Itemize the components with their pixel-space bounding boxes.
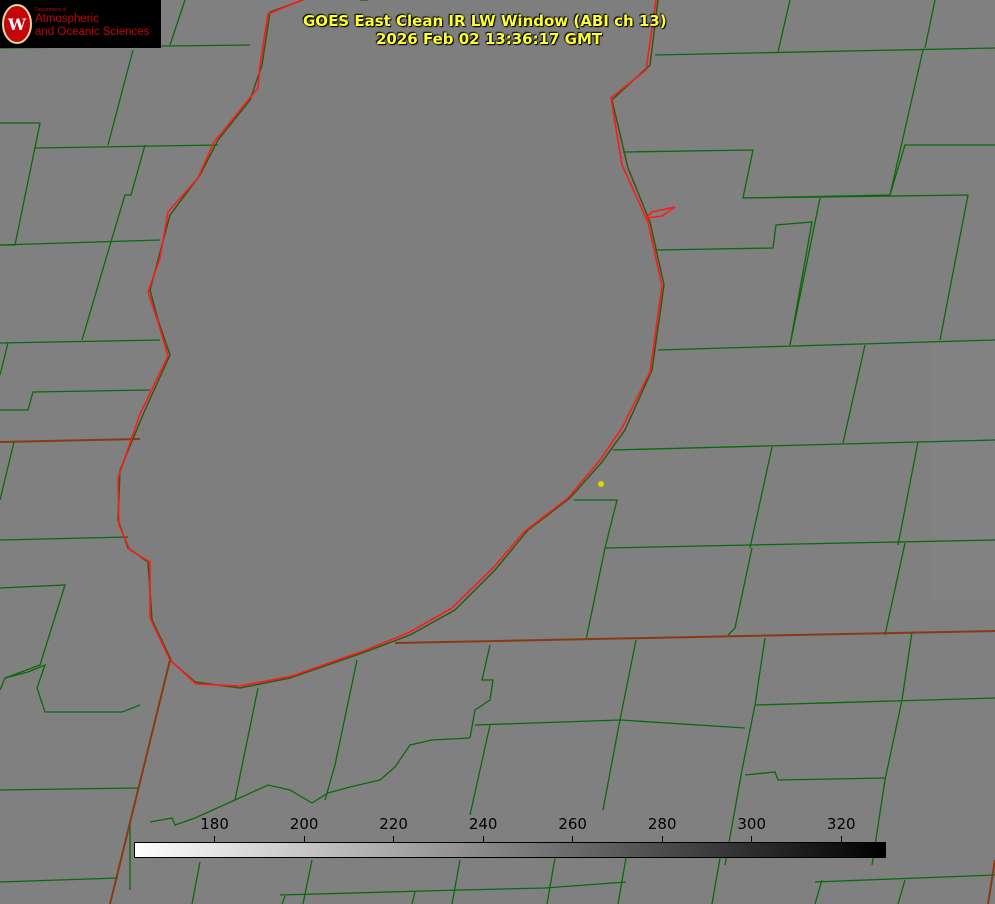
- colorbar-tick-label: 320: [826, 815, 856, 833]
- logo-line2: and Oceanic Sciences: [35, 26, 150, 38]
- colorbar-tick-mark: [840, 836, 842, 842]
- uw-aos-logo: W Department of Atmospheric and Oceanic …: [0, 0, 161, 48]
- colorbar-tick-mark: [572, 836, 574, 842]
- colorbar-tick-label: 300: [737, 815, 767, 833]
- satellite-map: [0, 0, 995, 904]
- colorbar-tick-label: 200: [289, 815, 319, 833]
- colorbar-tick-mark: [393, 836, 395, 842]
- colorbar-tick-mark: [214, 836, 216, 842]
- colorbar-tick-mark: [482, 836, 484, 842]
- uw-crest-icon: W: [2, 4, 32, 44]
- svg-text:W: W: [7, 15, 27, 34]
- colorbar-gradient: [134, 842, 886, 858]
- colorbar-tick-mark: [751, 836, 753, 842]
- location-marker: [598, 481, 604, 487]
- ir-warm-patch: [930, 340, 995, 600]
- colorbar-tick-label: 240: [468, 815, 498, 833]
- logo-line1: Atmospheric: [35, 13, 99, 25]
- colorbar-tick-mark: [303, 836, 305, 842]
- colorbar-tick-label: 260: [558, 815, 587, 833]
- colorbar-tick-label: 220: [379, 815, 408, 833]
- colorbar-tick-label: 280: [647, 815, 677, 833]
- image-title: GOES East Clean IR LW Window (ABI ch 13): [303, 12, 667, 30]
- image-timestamp: 2026 Feb 02 13:36:17 GMT: [376, 30, 603, 48]
- colorbar-tick-label: 180: [200, 815, 229, 833]
- colorbar-tick-mark: [661, 836, 663, 842]
